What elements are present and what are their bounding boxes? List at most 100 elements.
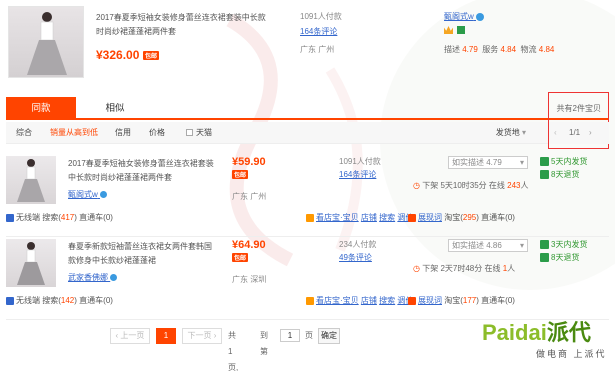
sort-bar: 综合 销量从高到低 信用 价格 天猫 发货地 ▾: [6, 122, 548, 144]
ship-badge: 5天内发货: [540, 156, 587, 167]
tmall-filter[interactable]: 天猫: [186, 122, 212, 144]
keyword-stat[interactable]: 展现词 淘宝(177) 直通车(0): [408, 295, 515, 306]
logo-text: Paidai派代: [482, 315, 607, 347]
wangwang-icon[interactable]: [100, 191, 108, 199]
shop-tool-link[interactable]: 店铺: [361, 296, 377, 305]
stat-suffix: ) 直通车(0): [74, 213, 113, 222]
badge-label: 8天退货: [551, 253, 580, 262]
shop-tools[interactable]: 看店宝·宝贝 店铺 搜索 调价: [306, 295, 413, 306]
stat-label: 展现词: [418, 296, 442, 305]
sort-sales[interactable]: 销量从高到低: [50, 122, 98, 144]
product-image[interactable]: [6, 156, 56, 204]
shop-name[interactable]: 甄阁式w: [68, 190, 98, 199]
sort-credit[interactable]: 信用: [115, 122, 131, 144]
tool-bar: 无线端 搜索(417) 直通车(0) 看店宝·宝贝 店铺 搜索 调价 展现词 淘…: [6, 212, 609, 228]
sales-count: 1091人付款: [300, 12, 342, 21]
shop-tool-icon: [306, 213, 314, 222]
shop-link[interactable]: 甄阁式w: [68, 189, 108, 200]
pager-prev-button[interactable]: ‹: [554, 122, 557, 144]
clock-icon: ◷: [413, 181, 420, 190]
badge-label: 5天内发货: [551, 157, 588, 166]
next-page-button[interactable]: 下一页 ›: [182, 328, 222, 344]
stat-label: 无线端: [16, 213, 40, 222]
product-title[interactable]: 2017春夏季短袖女装修身蕾丝连衣裙套装中长款时尚纱裙蓬蓬裙两件套: [96, 11, 266, 39]
shop-name[interactable]: 武家香佛娜: [68, 273, 108, 282]
total-pages: 共 1 页,: [228, 331, 239, 372]
search-tool-link[interactable]: 搜索: [379, 213, 395, 222]
stat-number: 142: [60, 296, 75, 305]
rating-select[interactable]: 如实描述 4.79: [448, 156, 528, 169]
status-text: 下架 5天10时35分 在线: [422, 181, 505, 190]
mobile-search-stat[interactable]: 无线端 搜索(142) 直通车(0): [6, 295, 113, 306]
shop-tool-link[interactable]: 看店宝·宝贝: [316, 296, 359, 305]
rating-select[interactable]: 如实描述 4.86: [448, 239, 528, 252]
status-text: 下架 2天7时48分 在线: [422, 264, 501, 273]
mobile-icon: [6, 296, 14, 305]
score-value: 4.84: [500, 45, 517, 54]
product-title[interactable]: 春夏季新款短袖蕾丝连衣裙女两件套韩国款修身中长款纱裙蓬蓬裙: [68, 240, 218, 268]
wangwang-icon[interactable]: [476, 12, 485, 21]
online-status: ◷ 下架 5天10时35分 在线 243人: [413, 180, 529, 191]
return-icon: [540, 170, 549, 180]
prev-page-button[interactable]: ‹ 上一页: [110, 328, 150, 344]
delivery-icon: [540, 240, 549, 250]
stat-suffix: ) 直通车(0): [74, 296, 113, 305]
shop-link[interactable]: 武家香佛娜: [68, 272, 118, 283]
comments-link[interactable]: 49条评论: [339, 252, 372, 263]
status-suffix: 人: [507, 264, 516, 273]
comments-link[interactable]: 164条评论: [300, 26, 337, 37]
shop-tool-link[interactable]: 店铺: [361, 213, 377, 222]
search-tool-link[interactable]: 搜索: [379, 296, 395, 305]
ship-from-dropdown[interactable]: 发货地 ▾: [496, 122, 526, 144]
score-label: 服务: [482, 45, 499, 54]
status-suffix: 人: [520, 181, 529, 190]
return-badge: 8天退货: [540, 169, 579, 180]
tmall-label: 天猫: [196, 128, 212, 137]
shop-tools[interactable]: 看店宝·宝贝 店铺 搜索 调价: [306, 212, 413, 223]
keyword-stat[interactable]: 展现词 淘宝(295) 直通车(0): [408, 212, 515, 223]
pager-page: 1/1: [569, 128, 581, 137]
tab-same[interactable]: 同款: [6, 97, 76, 120]
shop-tool-link[interactable]: 看店宝·宝贝: [316, 213, 359, 222]
sales-count: 234人付款: [339, 240, 377, 249]
location: 广东 广州: [300, 45, 335, 54]
page-unit: 页: [305, 331, 313, 340]
product-title[interactable]: 2017春夏季短袖女装修身蕾丝连衣裙套装中长款时尚纱裙蓬蓬裙两件套: [68, 157, 218, 185]
shop-name[interactable]: 甄阁式w: [444, 12, 474, 21]
tab-similar[interactable]: 相似: [80, 97, 150, 120]
crown-icon: [444, 26, 453, 34]
price-value: ¥64.90: [232, 239, 266, 251]
location: 广东 广州: [232, 192, 267, 201]
list-item: 2017春夏季短袖女装修身蕾丝连衣裙套装中长款时尚纱裙蓬蓬裙两件套 甄阁式w ¥…: [6, 153, 609, 237]
current-page[interactable]: 1: [156, 328, 176, 344]
comments-link[interactable]: 164条评论: [339, 169, 376, 180]
confirm-button[interactable]: 确定: [318, 328, 340, 344]
product-image[interactable]: [6, 239, 56, 287]
pager-next-button[interactable]: ›: [589, 122, 592, 144]
badge-label: 3天内发货: [551, 240, 588, 249]
wangwang-icon[interactable]: [110, 274, 118, 282]
chevron-down-icon: ▾: [521, 128, 526, 137]
stat-label: 展现词: [418, 213, 442, 222]
mobile-icon: [6, 213, 14, 222]
keyword-icon: [408, 296, 416, 305]
online-count: 243: [507, 181, 521, 190]
stat-label: 无线端: [16, 296, 40, 305]
product-image[interactable]: [8, 6, 84, 78]
shop-link[interactable]: 甄阁式w: [444, 11, 485, 22]
mobile-search-stat[interactable]: 无线端 搜索(417) 直通车(0): [6, 212, 113, 223]
shop-tool-icon: [306, 296, 314, 305]
page-input[interactable]: 1: [280, 329, 300, 342]
price-value: ¥59.90: [232, 156, 266, 168]
stat-mid: 搜索(: [42, 213, 61, 222]
return-icon: [540, 253, 549, 263]
paidai-logo: Paidai派代 做电商 上派代: [482, 315, 607, 360]
free-shipping-tag: 包邮: [232, 169, 249, 179]
mini-pager: ‹ 1/1 ›: [549, 122, 609, 144]
sort-price[interactable]: 价格: [149, 122, 165, 144]
product-price: ¥64.90 包邮: [232, 239, 266, 263]
tmall-checkbox[interactable]: [186, 129, 193, 137]
online-status: ◷ 下架 2天7时48分 在线 1人: [413, 263, 515, 274]
price-value: ¥326.00: [96, 48, 140, 62]
sort-default[interactable]: 综合: [16, 122, 32, 144]
